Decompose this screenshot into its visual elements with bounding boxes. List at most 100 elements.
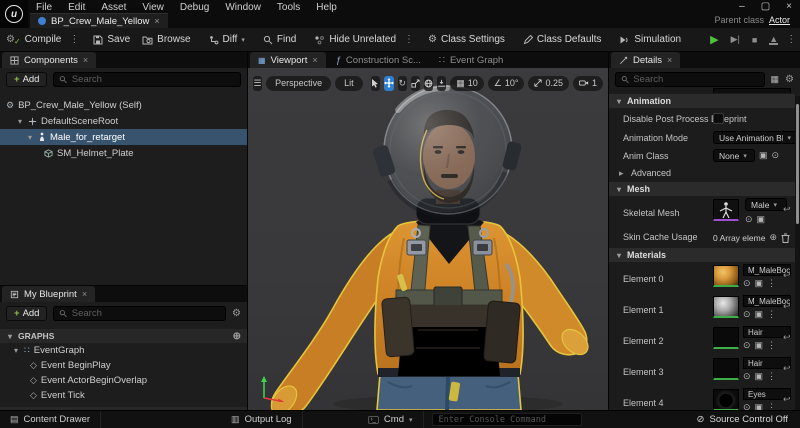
- play-options-kebab[interactable]: ⋮: [784, 34, 798, 45]
- menu-asset[interactable]: Asset: [101, 2, 126, 13]
- diff-button[interactable]: Diff ▾: [203, 28, 251, 52]
- use-selected-asset-icon[interactable]: ⊙: [743, 371, 751, 382]
- browse-asset-icon[interactable]: ▣: [755, 309, 764, 320]
- simulation-button[interactable]: Simulation: [613, 28, 687, 52]
- move-tool[interactable]: [384, 76, 394, 91]
- asset-tab[interactable]: BP_Crew_Male_Yellow ×: [30, 13, 168, 28]
- material-thumbnail[interactable]: [713, 296, 739, 318]
- my-blueprint-search[interactable]: [53, 306, 226, 321]
- close-window-button[interactable]: ×: [786, 1, 792, 12]
- menu-edit[interactable]: Edit: [68, 2, 85, 13]
- tree-row-bp-self[interactable]: ⚙ BP_Crew_Male_Yellow (Self): [0, 97, 247, 113]
- reset-to-default-icon[interactable]: ↩: [783, 363, 791, 374]
- browse-asset-icon[interactable]: ▣: [759, 150, 768, 161]
- camera-speed-value[interactable]: 1: [592, 78, 597, 88]
- content-drawer-button[interactable]: ▤ Content Drawer: [0, 411, 101, 428]
- tree-row-event-tick[interactable]: ◇ Event Tick: [0, 388, 247, 403]
- lit-dropdown[interactable]: Lit: [335, 76, 363, 91]
- tree-row-eventgraph[interactable]: ▾ ∷ EventGraph: [0, 343, 247, 358]
- animation-mode-dropdown[interactable]: Use Animation Bl ▾: [713, 131, 797, 144]
- minimize-button[interactable]: –: [739, 1, 745, 12]
- details-settings-gear-icon[interactable]: ⚙: [785, 74, 794, 85]
- tree-row-event-beginplay[interactable]: ◇ Event BeginPlay: [0, 358, 247, 373]
- graphs-section-header[interactable]: ▾ GRAPHS ⊕: [0, 329, 247, 343]
- browse-button[interactable]: Browse: [136, 28, 196, 52]
- reset-to-default-icon[interactable]: ↩: [783, 204, 791, 215]
- material-thumbnail[interactable]: [713, 327, 739, 349]
- reset-to-default-icon[interactable]: ↩: [783, 270, 791, 281]
- use-selected-asset-icon[interactable]: ⊙: [743, 340, 751, 351]
- components-search[interactable]: [53, 72, 241, 87]
- eject-button[interactable]: ▲: [763, 28, 784, 52]
- character-male-astronaut[interactable]: [248, 68, 608, 410]
- viewport-tab-close-icon[interactable]: ×: [312, 55, 317, 65]
- tab-components[interactable]: Components ×: [2, 52, 96, 68]
- tree-row-sm-helmet-plate[interactable]: SM_Helmet_Plate: [0, 145, 247, 161]
- details-search[interactable]: [615, 72, 765, 87]
- compile-options-kebab[interactable]: ⋮: [67, 34, 81, 45]
- expander-icon[interactable]: ▾: [12, 346, 20, 355]
- tab-event-graph[interactable]: ∷ Event Graph: [431, 52, 511, 68]
- rotation-snap-toggle[interactable]: ∠ 10°: [488, 76, 525, 91]
- add-array-element-icon[interactable]: ⊕: [769, 232, 777, 243]
- material-options-kebab[interactable]: ⋮: [767, 278, 776, 289]
- material-thumbnail[interactable]: [713, 265, 739, 287]
- my-blueprint-tab-close-icon[interactable]: ×: [82, 289, 87, 299]
- menu-help[interactable]: Help: [316, 2, 337, 13]
- grid-snap-value[interactable]: 10: [468, 78, 478, 88]
- viewport-3d-area[interactable]: ☰ Perspective Lit ↻: [248, 68, 608, 410]
- tab-my-blueprint[interactable]: My Blueprint ×: [2, 286, 95, 302]
- tree-row-defaultsceneroot[interactable]: ▾ DefaultSceneRoot: [0, 113, 247, 129]
- camera-speed-control[interactable]: 1: [573, 76, 603, 91]
- material-options-kebab[interactable]: ⋮: [767, 309, 776, 320]
- components-add-button[interactable]: + Add: [6, 72, 47, 87]
- details-scrollbar[interactable]: [795, 96, 800, 410]
- my-blueprint-settings-gear-icon[interactable]: ⚙: [232, 308, 241, 319]
- expander-icon[interactable]: ▾: [26, 133, 34, 142]
- grid-snap-toggle[interactable]: ▦ 10: [450, 76, 484, 91]
- asset-tab-close-icon[interactable]: ×: [154, 16, 159, 26]
- menu-view[interactable]: View: [142, 2, 164, 13]
- details-search-input[interactable]: [633, 74, 758, 85]
- console-command-input-box[interactable]: [432, 413, 582, 426]
- class-settings-button[interactable]: ⚙ Class Settings: [422, 28, 511, 52]
- use-selected-asset-icon[interactable]: ⊙: [743, 309, 751, 320]
- parent-class-link[interactable]: Actor: [769, 15, 790, 25]
- compile-button[interactable]: ⚙ ✓ Compile: [0, 28, 67, 52]
- advanced-expander-row[interactable]: ▸: [619, 168, 624, 179]
- material-options-kebab[interactable]: ⋮: [767, 402, 776, 410]
- cmd-dropdown[interactable]: ›_ Cmd ▾: [358, 411, 424, 428]
- clear-array-trash-icon[interactable]: [781, 233, 790, 243]
- tree-row-event-actorbeginoverlap[interactable]: ◇ Event ActorBeginOverlap: [0, 373, 247, 388]
- browse-asset-icon[interactable]: ▣: [757, 214, 766, 225]
- use-selected-asset-icon[interactable]: ⊙: [743, 402, 751, 410]
- scale-tool[interactable]: [411, 76, 420, 91]
- frame-skip-button[interactable]: ▶|: [725, 28, 746, 52]
- world-coordinate-toggle[interactable]: [424, 76, 433, 91]
- components-tab-close-icon[interactable]: ×: [83, 55, 88, 65]
- rotation-snap-value[interactable]: 10°: [505, 78, 519, 88]
- disable-post-process-checkbox[interactable]: [713, 113, 724, 124]
- advanced-label[interactable]: Advanced: [631, 168, 671, 178]
- add-graph-plus-icon[interactable]: ⊕: [233, 331, 241, 342]
- section-materials[interactable]: ▾ Materials: [609, 248, 795, 262]
- details-display-grid-icon[interactable]: ▦: [771, 74, 780, 85]
- maximize-button[interactable]: ▢: [761, 1, 770, 12]
- stop-button[interactable]: ■: [746, 28, 763, 52]
- material-thumbnail[interactable]: [713, 389, 739, 410]
- play-button[interactable]: ▶: [704, 28, 724, 52]
- material-options-kebab[interactable]: ⋮: [767, 371, 776, 382]
- class-defaults-button[interactable]: Class Defaults: [517, 28, 607, 52]
- reset-to-default-icon[interactable]: ↩: [783, 394, 791, 405]
- scale-snap-toggle[interactable]: 0.25: [528, 76, 569, 91]
- use-selected-asset-icon[interactable]: ⊙: [745, 214, 753, 225]
- my-blueprint-add-button[interactable]: + Add: [6, 306, 47, 321]
- unreal-logo[interactable]: u: [0, 0, 28, 28]
- tab-construction-script[interactable]: ƒ Construction Sc...: [328, 52, 429, 68]
- material-thumbnail[interactable]: [713, 358, 739, 380]
- find-button[interactable]: Find: [257, 28, 302, 52]
- details-tab-close-icon[interactable]: ×: [667, 55, 672, 65]
- skeletal-mesh-thumbnail[interactable]: [713, 199, 739, 221]
- my-blueprint-search-input[interactable]: [72, 308, 220, 319]
- viewport-menu-icon[interactable]: ☰: [253, 76, 262, 91]
